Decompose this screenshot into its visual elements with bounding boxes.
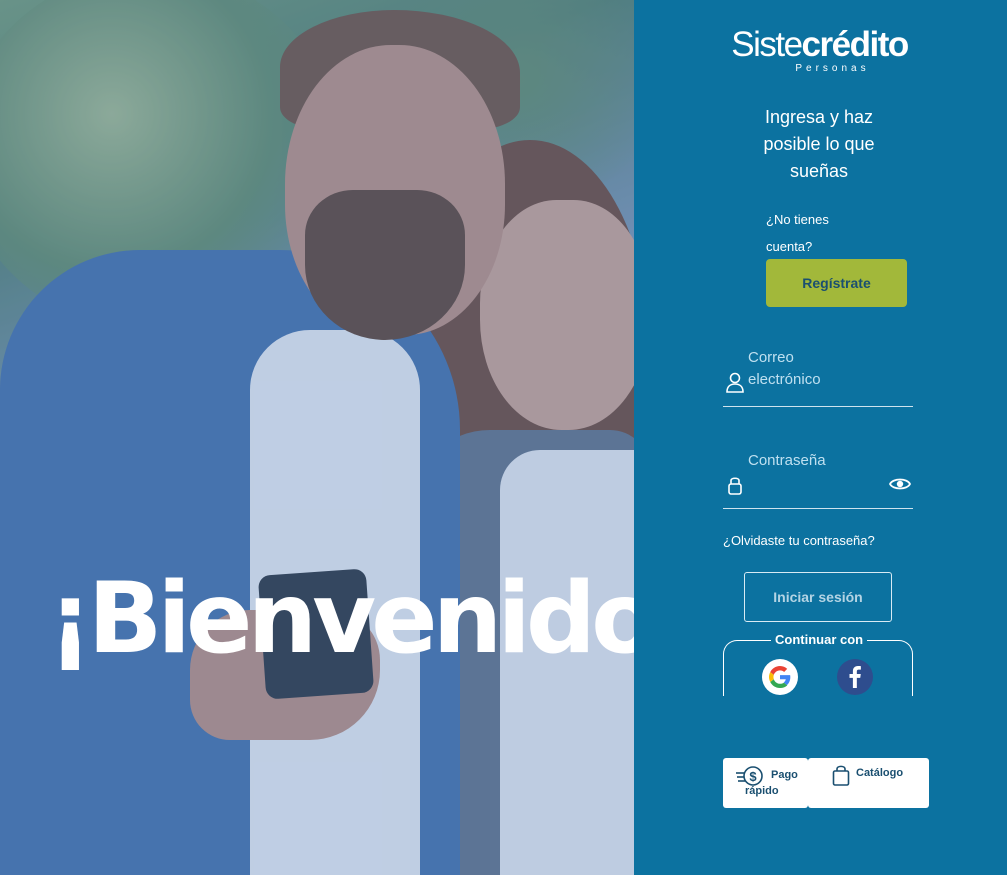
social-login-box bbox=[723, 640, 913, 696]
register-button[interactable]: Regístrate bbox=[766, 259, 907, 307]
tagline: Ingresa y haz posible lo que sueñas bbox=[763, 107, 875, 181]
brand-wordmark: Sistecrédito bbox=[722, 26, 917, 64]
eye-icon[interactable] bbox=[889, 475, 911, 493]
google-icon bbox=[769, 666, 791, 688]
shopping-bag-icon bbox=[832, 765, 850, 786]
login-panel: Sistecrédito Personas Ingresa y haz posi… bbox=[634, 0, 1007, 875]
brand-name-bold: crédito bbox=[801, 25, 910, 64]
brand-logo[interactable]: Sistecrédito Personas bbox=[722, 26, 917, 75]
login-button[interactable]: Iniciar sesión bbox=[744, 572, 892, 622]
welcome-heading: ¡Bienvenido! bbox=[48, 562, 634, 676]
quick-pay-label: Pago rápido bbox=[745, 769, 798, 797]
lock-icon bbox=[728, 477, 742, 495]
signup-prompt: ¿No tienes cuenta? bbox=[766, 212, 829, 254]
password-field[interactable]: Contraseña bbox=[723, 448, 913, 509]
brand-name-light: Siste bbox=[731, 25, 803, 64]
user-icon bbox=[726, 372, 744, 393]
email-field[interactable]: Correo electrónico bbox=[723, 345, 913, 407]
facebook-icon bbox=[849, 666, 861, 688]
catalog-label: Catálogo bbox=[856, 767, 904, 779]
quick-pay-button[interactable]: $ Pago rápido bbox=[723, 758, 808, 808]
password-label: Contraseña bbox=[748, 452, 826, 469]
brand-subtitle: Personas bbox=[795, 63, 870, 74]
email-label: Correo electrónico bbox=[748, 349, 821, 388]
blue-overlay bbox=[0, 0, 634, 875]
social-login-label: Continuar con bbox=[771, 632, 868, 647]
facebook-login-button[interactable] bbox=[837, 659, 873, 695]
google-login-button[interactable] bbox=[762, 659, 798, 695]
forgot-password-link[interactable]: ¿Olvidaste tu contraseña? bbox=[723, 533, 875, 548]
catalog-button[interactable]: Catálogo bbox=[808, 758, 929, 808]
hero-image: ¡Bienvenido! bbox=[0, 0, 634, 875]
